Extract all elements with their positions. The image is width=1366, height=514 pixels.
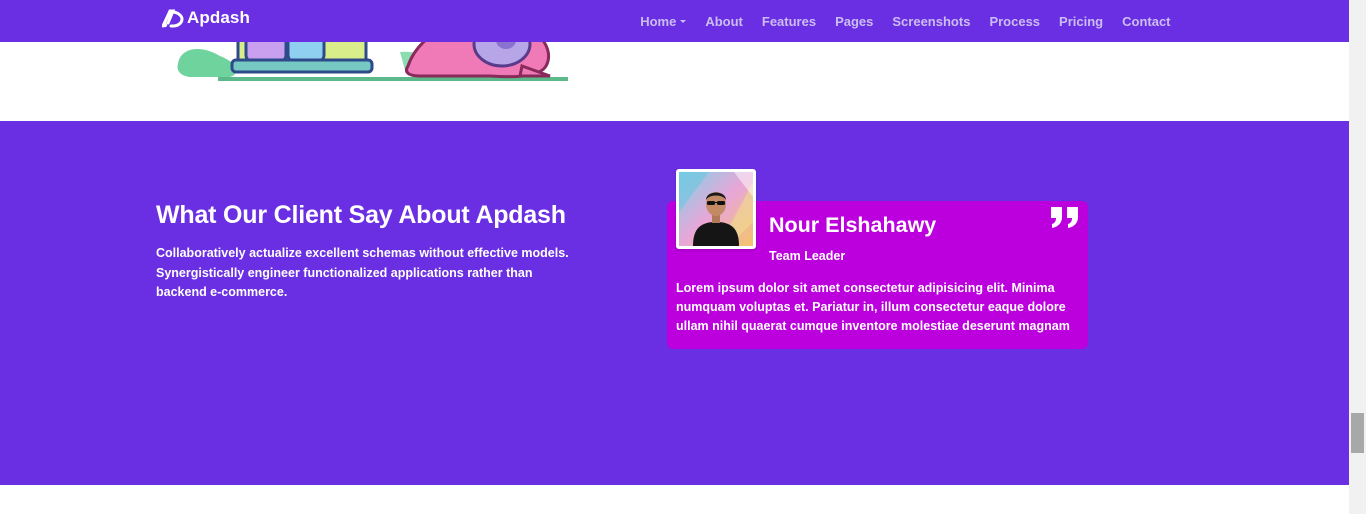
scrollbar-thumb[interactable] <box>1351 413 1364 453</box>
navbar: Apdash Home About Features Pages Screens… <box>0 0 1349 42</box>
nav-link-screenshots[interactable]: Screenshots <box>883 14 980 29</box>
client-role: Team Leader <box>769 249 846 263</box>
nav-link-pages[interactable]: Pages <box>826 14 883 29</box>
testimonial-section: What Our Client Say About Apdash Collabo… <box>0 121 1349 485</box>
nav-menu: Home About Features Pages Screenshots Pr… <box>631 0 1180 42</box>
caret-down-icon <box>680 20 687 23</box>
nav-link-label: Home <box>640 13 677 29</box>
client-name: Nour Elshahawy <box>769 213 937 237</box>
nav-link-contact[interactable]: Contact <box>1113 14 1180 29</box>
nav-link-features[interactable]: Features <box>752 14 825 29</box>
client-avatar <box>676 169 756 249</box>
section-description: Collaboratively actualize excellent sche… <box>156 246 569 299</box>
brand-logo-link[interactable]: Apdash <box>162 8 250 28</box>
nav-link-pricing[interactable]: Pricing <box>1050 14 1113 29</box>
quote-mark-icon <box>1051 207 1078 228</box>
apdash-logo-icon <box>162 9 184 28</box>
testimonial-quote: Lorem ipsum dolor sit amet consectetur a… <box>676 281 1070 333</box>
nav-link-about[interactable]: About <box>696 14 753 29</box>
nav-link-home[interactable]: Home <box>631 14 696 29</box>
brand-name: Apdash <box>187 8 250 27</box>
page: Apdash Home About Features Pages Screens… <box>0 0 1366 514</box>
section-title: What Our Client Say About Apdash <box>156 201 566 229</box>
nav-link-process[interactable]: Process <box>980 14 1050 29</box>
